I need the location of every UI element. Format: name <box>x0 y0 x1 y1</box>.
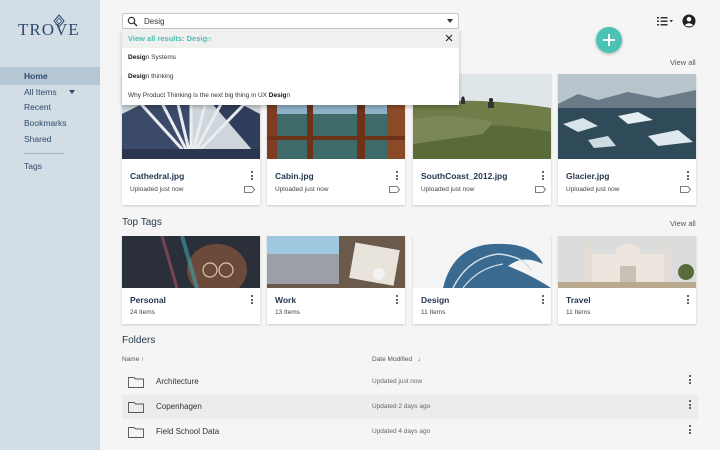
suggestion-before: Why Product Thinking is the next big thi… <box>128 92 269 99</box>
suggestion-rest: n <box>286 92 291 99</box>
sidebar-item-label: All Items <box>24 87 57 97</box>
card-status: Uploaded just now <box>566 186 620 193</box>
card-title: Cathedral.jpg <box>130 171 185 181</box>
suggestion-match: Desig <box>268 92 287 99</box>
view-all-prefix: View all results: <box>128 34 187 43</box>
folder-name: Field School Data <box>156 427 220 436</box>
more-options-icon[interactable] <box>395 295 399 307</box>
more-options-icon[interactable] <box>541 171 545 183</box>
sidebar-item-label: Home <box>24 71 48 81</box>
folder-row[interactable]: Field School Data Updated 4 days ago <box>122 420 698 444</box>
sidebar-item-label: Shared <box>24 134 52 144</box>
more-options-icon[interactable] <box>688 400 692 412</box>
date-column-label: Date Modified <box>372 356 413 363</box>
recent-card-glacier[interactable]: Glacier.jpg Uploaded just now <box>558 74 696 205</box>
tag-count: 11 Items <box>421 309 446 316</box>
more-options-icon[interactable] <box>395 171 399 183</box>
folder-icon <box>128 427 144 438</box>
chevron-down-icon[interactable] <box>69 90 75 94</box>
sidebar-item-tags[interactable]: Tags <box>0 157 100 175</box>
sidebar-item-label: Bookmarks <box>24 118 67 128</box>
more-options-icon[interactable] <box>686 295 690 307</box>
tag-count: 24 Items <box>130 309 155 316</box>
logo-text: TROVE <box>18 20 80 39</box>
view-all-rest: n <box>207 34 212 43</box>
tag-count: 11 Items <box>566 309 591 316</box>
suggestion-item[interactable]: Why Product Thinking is the next big thi… <box>122 86 459 105</box>
sort-down-icon: ↓ <box>417 356 421 363</box>
design-thumbnail <box>413 236 551 288</box>
more-options-icon[interactable] <box>688 375 692 387</box>
list-view-icon[interactable] <box>656 15 674 27</box>
folder-date: Updated 4 days ago <box>372 428 431 435</box>
sort-by-date[interactable]: Date Modified ↓ <box>372 356 421 363</box>
card-status: Uploaded just now <box>130 186 184 193</box>
close-icon[interactable] <box>445 34 453 42</box>
tag-card-personal[interactable]: Personal 24 Items <box>122 236 260 324</box>
user-avatar-icon[interactable] <box>682 14 696 28</box>
sort-by-name[interactable]: Name ↑ <box>122 356 144 363</box>
folder-row[interactable]: Copenhagen Updated 2 days ago <box>122 395 698 419</box>
folder-icon <box>128 402 144 413</box>
suggestion-match: Desig <box>128 73 146 80</box>
tag-card-design[interactable]: Design 11 Items <box>413 236 551 324</box>
tag-name: Work <box>275 295 297 305</box>
folder-name: Architecture <box>156 377 199 386</box>
suggestion-item[interactable]: Design thinking <box>122 67 459 86</box>
top-tags-title: Top Tags <box>122 217 162 228</box>
recent-view-all-link[interactable]: View all <box>670 58 696 67</box>
search-input[interactable] <box>144 15 434 27</box>
tag-card-work[interactable]: Work 13 Items <box>267 236 405 324</box>
tag-icon[interactable] <box>535 186 546 193</box>
tag-icon[interactable] <box>244 186 255 193</box>
suggestion-rest: n thinking <box>145 73 174 80</box>
more-options-icon[interactable] <box>688 425 692 437</box>
more-options-icon[interactable] <box>250 295 254 307</box>
tag-card-travel[interactable]: Travel 11 Items <box>558 236 696 324</box>
suggestion-match: Desig <box>128 54 146 61</box>
tag-icon[interactable] <box>680 186 691 193</box>
sidebar-item-shared[interactable]: Shared <box>0 130 100 148</box>
card-title: Glacier.jpg <box>566 171 610 181</box>
glacier-thumbnail <box>558 74 696 159</box>
travel-thumbnail <box>558 236 696 288</box>
view-all-results[interactable]: View all results: Design <box>122 29 459 48</box>
chevron-down-icon[interactable] <box>447 19 453 23</box>
folder-name: Copenhagen <box>156 402 202 411</box>
search-box[interactable] <box>122 13 459 29</box>
view-all-match: Desig <box>186 34 208 43</box>
card-status: Uploaded just now <box>275 186 329 193</box>
suggestion-item[interactable]: Design Systems <box>122 48 459 67</box>
folder-icon <box>128 377 144 388</box>
folder-date: Updated just now <box>372 378 423 385</box>
search-suggestions: View all results: Design Design Systems … <box>122 29 459 105</box>
add-button[interactable] <box>596 27 622 53</box>
sidebar-item-label: Tags <box>24 161 42 171</box>
sidebar-divider <box>24 153 64 154</box>
more-options-icon[interactable] <box>686 171 690 183</box>
tag-name: Personal <box>130 295 166 305</box>
card-title: Cabin.jpg <box>275 171 314 181</box>
tag-icon[interactable] <box>389 186 400 193</box>
folders-title: Folders <box>122 335 156 346</box>
card-status: Uploaded just now <box>421 186 475 193</box>
work-thumbnail <box>267 236 405 288</box>
tags-view-all-link[interactable]: View all <box>670 219 696 228</box>
tag-count: 13 Items <box>275 309 300 316</box>
tag-name: Travel <box>566 295 591 305</box>
search-icon <box>127 16 138 27</box>
folder-date: Updated 2 days ago <box>372 403 431 410</box>
tag-name: Design <box>421 295 450 305</box>
trove-logo[interactable]: TROVE <box>18 14 80 39</box>
card-title: SouthCoast_2012.jpg <box>421 171 508 181</box>
sidebar-item-label: Recent <box>24 102 51 112</box>
diamond-logo-icon <box>53 14 65 28</box>
more-options-icon[interactable] <box>250 171 254 183</box>
more-options-icon[interactable] <box>541 295 545 307</box>
folder-row[interactable]: Architecture Updated just now <box>122 370 698 394</box>
personal-thumbnail <box>122 236 260 288</box>
suggestion-rest: n Systems <box>145 54 177 61</box>
sidebar: TROVE Home All Items Recent Bookmarks Sh… <box>0 0 100 450</box>
